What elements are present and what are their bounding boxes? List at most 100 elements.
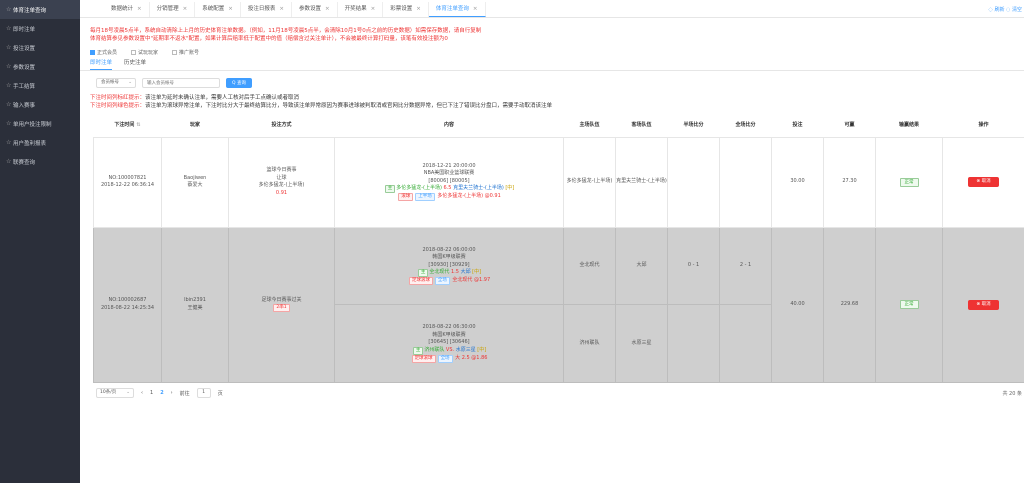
- result-cell: 正常: [875, 226, 943, 383]
- close-icon[interactable]: ×: [416, 6, 421, 12]
- bet-time: 2018-08-22 14:25:34: [100, 304, 155, 311]
- bet-line: 足球滚球 全场 全北现代 @1.97: [337, 277, 561, 285]
- account-type-checkbox[interactable]: 试玩玩家: [131, 49, 158, 56]
- sidebar-item[interactable]: ☆ 输入赛事: [0, 95, 80, 114]
- sidebar-item-label: 单用户投注限制: [13, 121, 52, 128]
- star-icon: ☆: [6, 25, 12, 32]
- search-field-select[interactable]: 会员帐号 ⌄: [96, 78, 136, 88]
- tab[interactable]: 数据统计 ×: [104, 2, 150, 17]
- tab[interactable]: 系统配置 ×: [195, 2, 241, 17]
- page-2-button[interactable]: 2: [160, 390, 163, 396]
- page-1-button[interactable]: 1: [150, 390, 153, 396]
- tip-green-lead: 下注时间列绿色提示：: [90, 103, 146, 109]
- close-icon[interactable]: ×: [473, 6, 478, 12]
- tab-label: 参数设置: [299, 6, 322, 12]
- search-row: 会员帐号 ⌄ Q 查询: [96, 78, 252, 88]
- tab-actions[interactable]: ◌ 刷新 ◌ 清空: [989, 6, 1023, 13]
- cancel-button[interactable]: ⊗ 取消: [968, 299, 999, 310]
- close-icon[interactable]: ×: [137, 6, 142, 12]
- half-marker: [中]: [505, 185, 515, 192]
- close-icon[interactable]: ×: [371, 6, 376, 12]
- sidebar-item[interactable]: ☆ 用户盈利报表: [0, 133, 80, 152]
- checkbox-label: 试玩玩家: [138, 50, 159, 56]
- close-icon[interactable]: ×: [228, 6, 233, 12]
- result-cell: 正常: [875, 136, 943, 228]
- away-team-cell: 克里夫兰骑士-(上半场): [615, 136, 668, 228]
- win-amount-cell: 27.30: [823, 136, 876, 228]
- status-badge: 正常: [899, 300, 919, 309]
- search-input[interactable]: [142, 78, 220, 88]
- home-tag: 主: [412, 346, 424, 355]
- sidebar: ☆ 体育注单查询 ☆ 即时注单 ☆ 投注设置 ☆ 参数设置 ☆ 手工结算 ☆ 输入赛事 ☆ 单用户投注限制…: [0, 0, 80, 483]
- table-row: NO:100007821 2018-12-22 06:36:14 Baojiwen 蔡…: [93, 136, 1024, 228]
- close-icon[interactable]: ×: [183, 6, 188, 12]
- sidebar-item[interactable]: ☆ 即时注单: [0, 19, 80, 38]
- sidebar-item-label: 手工结算: [13, 83, 36, 90]
- sidebar-item[interactable]: ☆ 参数设置: [0, 57, 80, 76]
- checkbox-box[interactable]: [131, 50, 137, 55]
- checkbox-box[interactable]: [172, 50, 178, 55]
- sub-tab[interactable]: 即时注单: [90, 58, 113, 70]
- column-header-label: 投注方式: [271, 121, 292, 128]
- column-header-label: 操作: [978, 121, 989, 128]
- content-cell: 2018-08-22 06:00:00 韩国K甲级联赛 [30930] [30929…: [334, 226, 564, 305]
- tab[interactable]: 分销管理 ×: [150, 2, 196, 17]
- close-icon[interactable]: ×: [325, 6, 330, 12]
- tab[interactable]: 体育注单查询 ×: [428, 2, 486, 17]
- prev-page-button[interactable]: ‹: [141, 390, 143, 396]
- page-suffix: 页: [217, 390, 223, 397]
- checkbox-box[interactable]: [90, 50, 95, 55]
- account-type-checkbox[interactable]: 正式会员: [90, 49, 117, 56]
- column-header: 玩家: [161, 112, 229, 138]
- next-page-button[interactable]: ›: [171, 390, 173, 396]
- sidebar-item[interactable]: ☆ 手工结算: [0, 76, 80, 95]
- total-count: 共 20 条: [1002, 391, 1022, 397]
- home-team: 济州联队: [424, 346, 446, 353]
- tab-label: 体育注单查询: [435, 6, 469, 12]
- column-header: 全场比分: [719, 112, 772, 138]
- column-header-label: 内容: [443, 121, 454, 128]
- tab-label: 彩票设置: [390, 6, 413, 12]
- half-marker: [中]: [477, 346, 487, 353]
- bet-odds: @0.91: [484, 193, 501, 200]
- chevron-down-icon: ⌄: [126, 390, 130, 395]
- tab[interactable]: 开奖结果 ×: [338, 2, 384, 17]
- bet-team: 全北现代: [450, 277, 475, 283]
- tab[interactable]: 参数设置 ×: [292, 2, 338, 17]
- cancel-button[interactable]: ⊗ 取消: [968, 177, 999, 187]
- star-icon: ☆: [6, 120, 12, 127]
- tab-label: 分销管理: [156, 6, 179, 12]
- close-icon[interactable]: ×: [279, 6, 284, 12]
- tip-green: 下注时间列绿色提示：该注单为滚球异常注单，下注时比分大于最终结算比分，导致该注单…: [90, 101, 552, 109]
- column-header: 主场队伍: [563, 112, 616, 138]
- sidebar-item[interactable]: ☆ 体育注单查询: [0, 0, 80, 19]
- tab[interactable]: 彩票设置 ×: [383, 2, 429, 17]
- sidebar-item[interactable]: ☆ 联赛查询: [0, 152, 80, 171]
- main-area: 数据统计 × 分销管理 × 系统配置 × 投注日报表 × 参数设置 × 开奖结果 × 彩票设置 × 体育注单…: [80, 0, 1024, 483]
- goto-page-input[interactable]: 1: [196, 388, 211, 398]
- sub-tab[interactable]: 历史注单: [124, 58, 146, 70]
- search-button[interactable]: Q 查询: [226, 78, 252, 88]
- half-marker: [中]: [472, 269, 482, 275]
- half-score-cell: 0 - 1: [667, 226, 720, 305]
- player-name: 蔡爱大: [187, 182, 203, 188]
- sidebar-item[interactable]: ☆ 单用户投注限制: [0, 114, 80, 133]
- method-odds: 0.91: [275, 189, 288, 196]
- star-icon: ☆: [6, 6, 12, 13]
- bets-table: 下注时间 ⇅ 玩家 投注方式 内容 主场队伍 客场队伍 半场比分 全场比分 投注 可赢 输赢结果 操作 …: [93, 112, 1024, 383]
- vs-label: VS.: [445, 346, 456, 353]
- sidebar-item[interactable]: ☆ 投注设置: [0, 38, 80, 57]
- bet-time: 2018-12-22 06:36:14: [100, 182, 155, 188]
- account-type-checkbox[interactable]: 推广账号: [172, 49, 199, 56]
- column-header: 半场比分: [667, 112, 720, 138]
- sidebar-item-label: 输入赛事: [13, 102, 36, 109]
- page-size-select[interactable]: 10条/页 ⌄: [96, 388, 134, 398]
- column-header-label: 全场比分: [735, 121, 756, 128]
- match-code: [30645] [30646]: [428, 339, 470, 345]
- bet-team: 大 2.5: [453, 354, 472, 361]
- method-tag-wrap: 2串1: [229, 304, 334, 313]
- tab[interactable]: 投注日报表 ×: [241, 2, 292, 17]
- tab-label: 开奖结果: [344, 6, 367, 12]
- sort-icon[interactable]: ⇅: [136, 122, 140, 128]
- parlay-tag: 2串1: [273, 304, 290, 313]
